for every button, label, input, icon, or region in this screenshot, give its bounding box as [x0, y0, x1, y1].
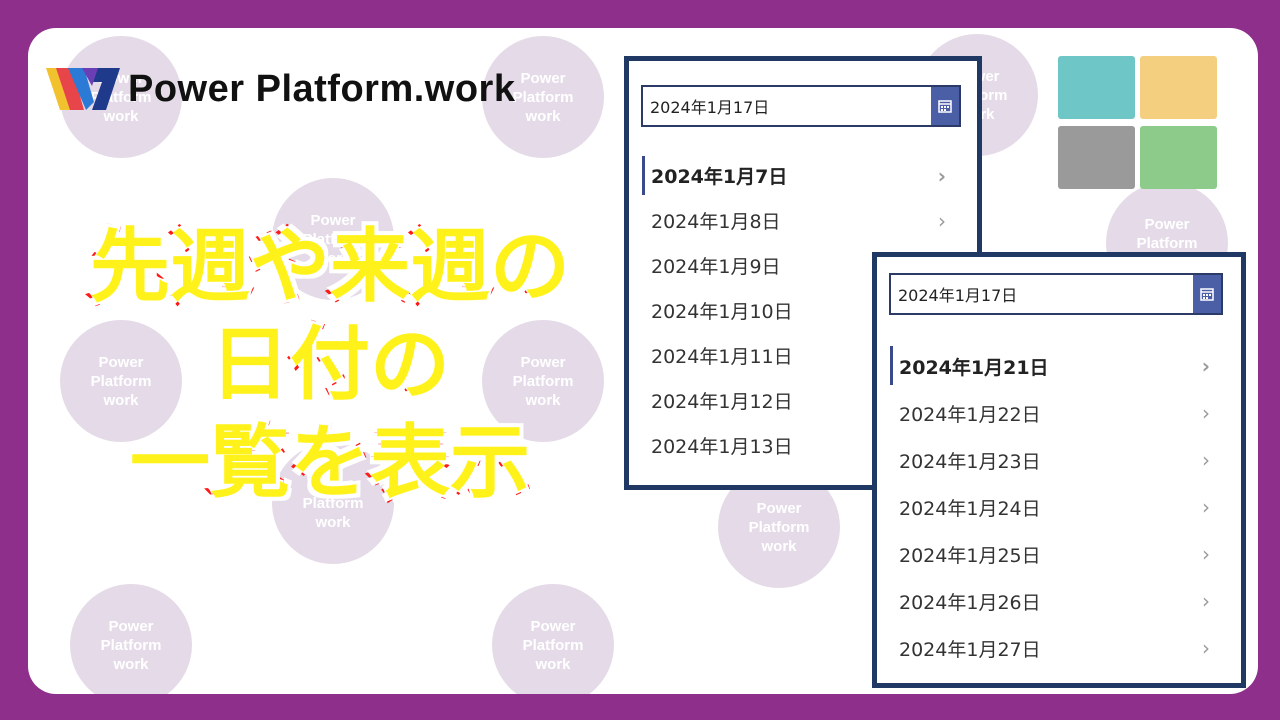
next-week-panel: 2024年1月17日 2024年1月21日 › 2024年1月22日 › 2024年…	[872, 252, 1246, 688]
date-gallery: 2024年1月21日 › 2024年1月22日 › 2024年1月23日 › 2024…	[890, 343, 1216, 672]
date-picker-value[interactable]: 2024年1月17日	[643, 94, 931, 118]
list-item[interactable]: 2024年1月21日 ›	[890, 343, 1216, 390]
headline: 先週や来週の 日付の 一覧を表示	[40, 217, 620, 512]
color-tiles	[1058, 56, 1220, 190]
date-picker-value[interactable]: 2024年1月17日	[891, 282, 1193, 306]
teal-tile	[1058, 56, 1135, 119]
list-item[interactable]: 2024年1月27日 ›	[890, 625, 1216, 672]
headline-line-2: 日付の	[207, 315, 453, 414]
selection-indicator	[890, 346, 893, 385]
logo-text: Power Platform.work	[128, 67, 516, 110]
list-item-label: 2024年1月23日	[899, 451, 1041, 473]
list-item-label: 2024年1月8日	[651, 211, 781, 233]
list-item[interactable]: 2024年1月8日 ›	[642, 198, 952, 243]
list-item-label: 2024年1月9日	[651, 256, 781, 278]
yellow-tile	[1140, 56, 1217, 119]
chevron-right-icon[interactable]: ›	[1202, 401, 1210, 425]
list-item-label: 2024年1月21日	[899, 357, 1049, 379]
list-item-label: 2024年1月12日	[651, 391, 793, 413]
headline-line-1: 先週や来週の	[87, 217, 573, 316]
list-item-label: 2024年1月10日	[651, 301, 793, 323]
chevron-right-icon[interactable]: ›	[1202, 495, 1210, 519]
chevron-right-icon[interactable]: ›	[1202, 448, 1210, 472]
selection-indicator	[642, 156, 645, 195]
list-item-label: 2024年1月26日	[899, 592, 1041, 614]
headline-line-3: 一覧を表示	[127, 413, 533, 512]
list-item[interactable]: 2024年1月23日 ›	[890, 437, 1216, 484]
chevron-right-icon[interactable]: ›	[1202, 542, 1210, 566]
watermark-logo: Power Platform work	[70, 584, 192, 694]
chevron-right-icon[interactable]: ›	[938, 164, 946, 188]
list-item[interactable]: 2024年1月22日 ›	[890, 390, 1216, 437]
calendar-button[interactable]	[931, 87, 959, 125]
list-item-label: 2024年1月7日	[651, 166, 788, 188]
chevron-right-icon[interactable]: ›	[1202, 636, 1210, 660]
green-tile	[1140, 126, 1217, 189]
watermark-logo: Power Platform work	[492, 584, 614, 694]
list-item[interactable]: 2024年1月24日 ›	[890, 484, 1216, 531]
chevron-right-icon[interactable]: ›	[1202, 589, 1210, 613]
list-item-label: 2024年1月22日	[899, 404, 1041, 426]
list-item-label: 2024年1月24日	[899, 498, 1041, 520]
power-platform-logo-icon	[46, 68, 120, 110]
list-item-label: 2024年1月13日	[651, 436, 793, 458]
list-item-label: 2024年1月27日	[899, 639, 1041, 661]
site-logo: Power Platform.work	[46, 64, 515, 114]
calendar-icon	[1200, 288, 1214, 301]
list-item[interactable]: 2024年1月7日 ›	[642, 153, 952, 198]
list-item[interactable]: 2024年1月25日 ›	[890, 531, 1216, 578]
date-picker[interactable]: 2024年1月17日	[889, 273, 1223, 315]
gray-tile	[1058, 126, 1135, 189]
list-item-label: 2024年1月25日	[899, 545, 1041, 567]
calendar-icon	[938, 100, 952, 113]
list-item-label: 2024年1月11日	[651, 346, 793, 368]
chevron-right-icon[interactable]: ›	[1202, 354, 1210, 378]
date-picker[interactable]: 2024年1月17日	[641, 85, 961, 127]
calendar-button[interactable]	[1193, 275, 1221, 313]
list-item[interactable]: 2024年1月26日 ›	[890, 578, 1216, 625]
chevron-right-icon[interactable]: ›	[938, 209, 946, 233]
